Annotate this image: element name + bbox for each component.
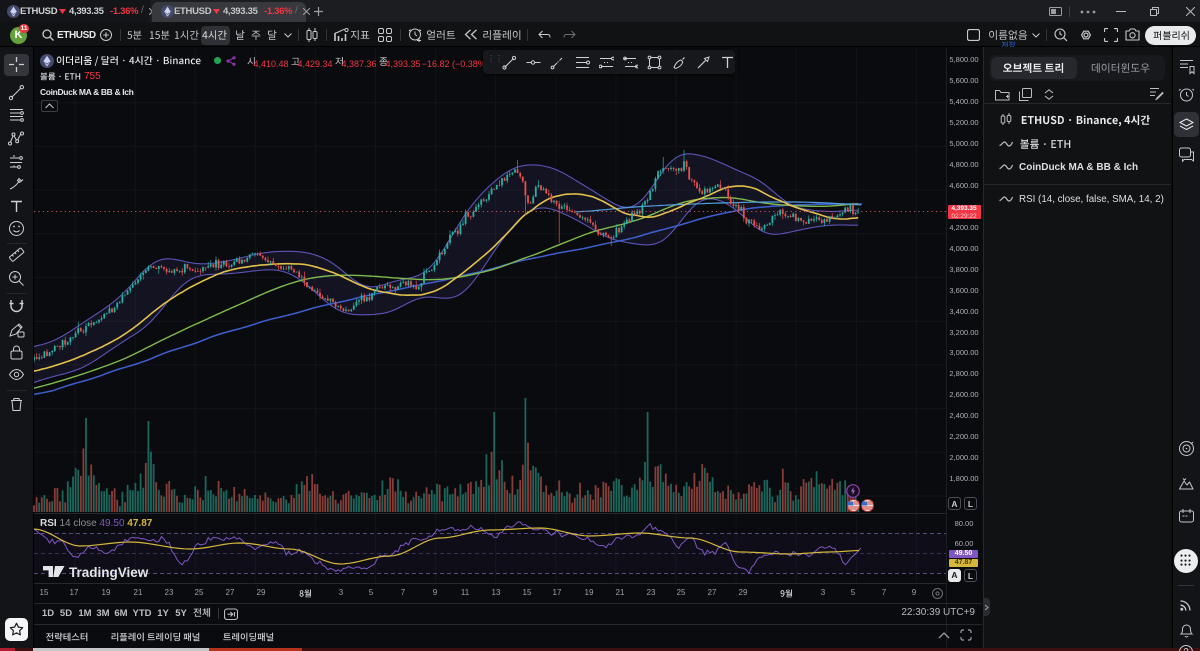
- svg-text:TradingView: TradingView: [69, 565, 149, 580]
